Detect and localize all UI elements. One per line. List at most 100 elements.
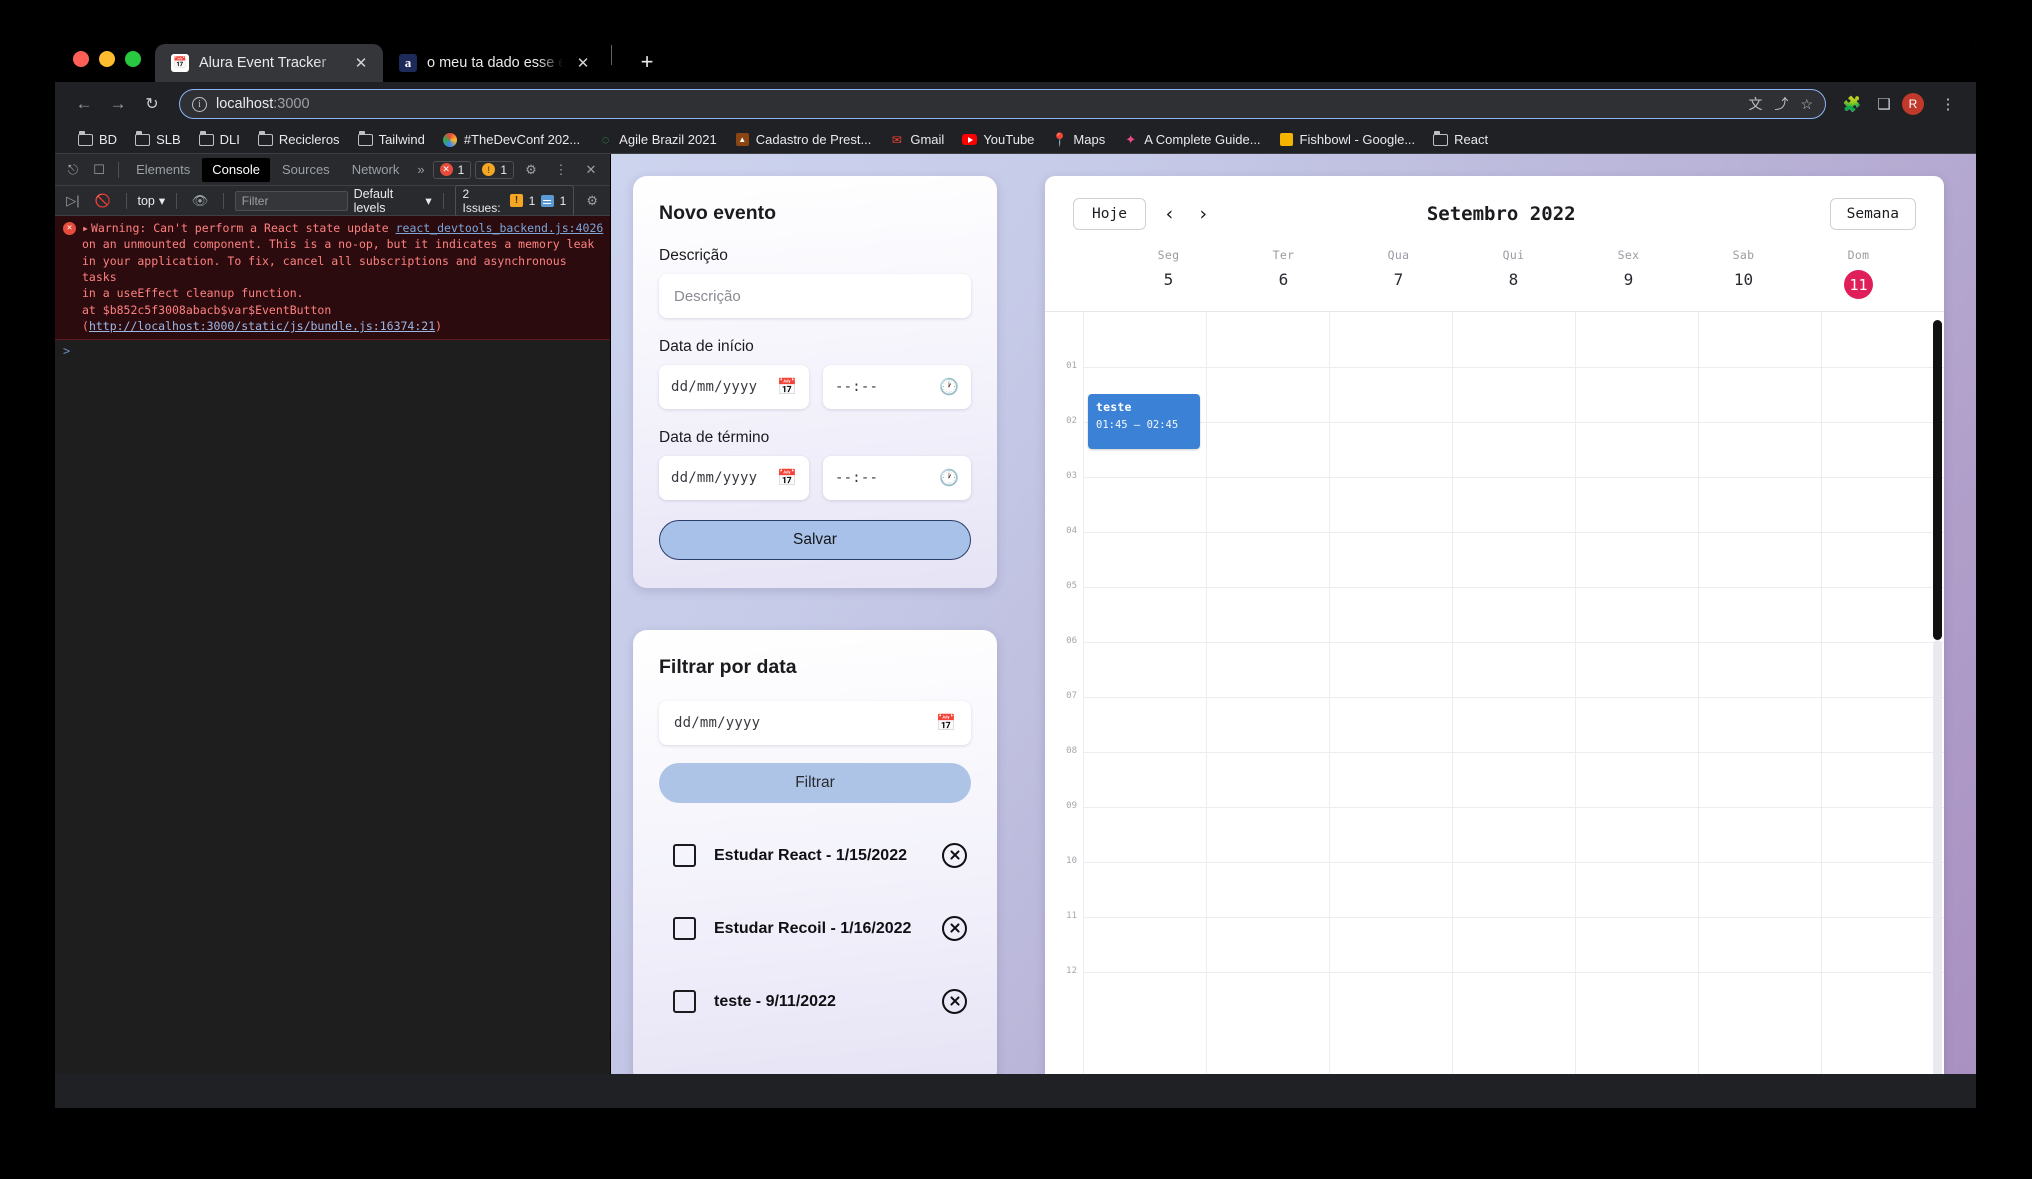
share-icon[interactable]: ⤴ — [1774, 94, 1788, 114]
description-input[interactable]: Descrição — [659, 274, 971, 318]
log-levels-selector[interactable]: Default levels ▾ — [354, 187, 432, 215]
back-icon[interactable]: ← — [69, 89, 99, 119]
calendar-event[interactable]: teste 01:45 – 02:45 — [1088, 394, 1200, 449]
day-column-dom[interactable] — [1821, 312, 1944, 1074]
calendar-picker-icon[interactable]: 📅 — [777, 468, 797, 488]
expand-arrow-icon[interactable]: ▸ — [82, 221, 89, 235]
clear-console-icon[interactable]: 🚫 — [91, 189, 115, 213]
side-panel-icon[interactable]: ❑ — [1870, 95, 1898, 113]
console-settings-gear-icon[interactable]: ⚙ — [580, 189, 604, 213]
avatar[interactable]: R — [1902, 93, 1930, 115]
bookmark-react[interactable]: React — [1426, 129, 1495, 150]
error-badge[interactable]: ✕ 1 — [432, 160, 472, 179]
extensions-icon[interactable]: 🧩 — [1838, 95, 1866, 113]
list-item[interactable]: Estudar React - 1/15/2022 — [659, 837, 971, 874]
day-column-qua[interactable] — [1329, 312, 1452, 1074]
save-button[interactable]: Salvar — [659, 520, 971, 560]
kebab-menu-icon[interactable]: ⋮ — [548, 158, 574, 182]
maximize-window-button[interactable] — [125, 51, 141, 67]
bookmark-thedevconf[interactable]: #TheDevConf 202... — [436, 129, 587, 150]
bookmark-bd[interactable]: BD — [71, 129, 124, 150]
filter-input[interactable]: Filter — [234, 190, 348, 211]
scrollbar-track[interactable] — [1933, 640, 1942, 1074]
context-selector[interactable]: top ▾ — [137, 193, 165, 209]
tab-alura-forum[interactable]: a o meu ta dado esse erro aqui o ✕ — [383, 44, 605, 82]
close-icon[interactable]: ✕ — [578, 158, 604, 182]
execute-icon[interactable]: ▷| — [61, 189, 85, 213]
day-header-sex[interactable]: Sex 9 — [1571, 248, 1686, 299]
address-bar[interactable]: i localhost:3000 文 ⤴ ☆ — [179, 89, 1826, 119]
more-tabs-icon[interactable]: » — [411, 162, 430, 177]
list-item[interactable]: teste - 9/11/2022 — [659, 983, 971, 1020]
bookmark-slb[interactable]: SLB — [128, 129, 188, 150]
end-time-input[interactable]: --:-- 🕐 — [823, 456, 971, 500]
day-header-qui[interactable]: Qui 8 — [1456, 248, 1571, 299]
delete-event-icon[interactable] — [942, 989, 967, 1014]
close-window-button[interactable] — [73, 51, 89, 67]
bookmark-fishbowl[interactable]: Fishbowl - Google... — [1272, 129, 1423, 150]
previous-week-icon[interactable]: ‹ — [1160, 203, 1179, 225]
reload-icon[interactable]: ↻ — [137, 89, 167, 119]
minimize-window-button[interactable] — [99, 51, 115, 67]
day-header-dom[interactable]: Dom 11 — [1801, 248, 1916, 299]
view-week-button[interactable]: Semana — [1829, 198, 1916, 230]
stack-link[interactable]: http://localhost:3000/static/js/bundle.j… — [89, 319, 435, 333]
kebab-menu-icon[interactable]: ⋮ — [1934, 95, 1962, 113]
event-checkbox[interactable] — [673, 990, 696, 1013]
filter-button[interactable]: Filtrar — [659, 763, 971, 803]
day-header-qua[interactable]: Qua 7 — [1341, 248, 1456, 299]
gear-icon[interactable]: ⚙ — [518, 158, 544, 182]
bookmark-maps[interactable]: 📍 Maps — [1045, 129, 1112, 150]
live-expression-icon[interactable]: 👁 — [188, 189, 212, 213]
scrollbar-thumb[interactable] — [1933, 320, 1942, 640]
filter-date-input[interactable]: dd/mm/yyyy 📅 — [659, 701, 971, 745]
tab-alura-event-tracker[interactable]: 📅 Alura Event Tracker ✕ — [155, 44, 383, 82]
today-button[interactable]: Hoje — [1073, 198, 1146, 230]
day-column-seg[interactable]: teste 01:45 – 02:45 — [1083, 312, 1206, 1074]
day-column-sex[interactable] — [1575, 312, 1698, 1074]
tab-sources[interactable]: Sources — [272, 158, 340, 182]
close-icon[interactable]: ✕ — [351, 53, 371, 73]
day-header-sab[interactable]: Sab 10 — [1686, 248, 1801, 299]
bookmark-complete-guide[interactable]: ✦ A Complete Guide... — [1116, 129, 1267, 150]
day-header-ter[interactable]: Ter 6 — [1226, 248, 1341, 299]
end-date-input[interactable]: dd/mm/yyyy 📅 — [659, 456, 809, 500]
console-prompt[interactable]: > — [55, 340, 610, 362]
bookmark-cadastro[interactable]: ▲ Cadastro de Prest... — [728, 129, 879, 150]
warning-badge[interactable]: ! 1 — [475, 160, 514, 179]
bookmark-tailwind[interactable]: Tailwind — [351, 129, 432, 150]
event-checkbox[interactable] — [673, 844, 696, 867]
calendar-picker-icon[interactable]: 📅 — [777, 377, 797, 397]
forward-icon[interactable]: → — [103, 89, 133, 119]
day-column-ter[interactable] — [1206, 312, 1329, 1074]
event-checkbox[interactable] — [673, 917, 696, 940]
list-item[interactable]: Estudar Recoil - 1/16/2022 — [659, 910, 971, 947]
bookmark-agile-brazil[interactable]: ◌ Agile Brazil 2021 — [591, 129, 724, 150]
clock-picker-icon[interactable]: 🕐 — [939, 377, 959, 397]
delete-event-icon[interactable] — [942, 916, 967, 941]
calendar-scrollbar[interactable] — [1933, 312, 1942, 1074]
tab-console[interactable]: Console — [202, 157, 270, 182]
day-column-sab[interactable] — [1698, 312, 1821, 1074]
console-error-message[interactable]: ✕ ▸ Warning: Can't perform a React state … — [55, 216, 610, 341]
close-icon[interactable]: ✕ — [573, 53, 593, 73]
bookmark-star-icon[interactable]: ☆ — [1800, 96, 1813, 113]
tab-elements[interactable]: Elements — [126, 158, 200, 182]
bookmark-youtube[interactable]: YouTube — [955, 129, 1041, 150]
source-link[interactable]: react_devtools_backend.js:4026 — [396, 221, 604, 235]
inspect-icon[interactable]: ⎋ — [61, 158, 85, 182]
tab-network[interactable]: Network — [342, 158, 410, 182]
info-icon[interactable]: i — [192, 96, 207, 112]
start-time-input[interactable]: --:-- 🕐 — [823, 365, 971, 409]
bookmark-recicleros[interactable]: Recicleros — [251, 129, 347, 150]
issues-badge[interactable]: 2 Issues: ! 1 1 — [454, 184, 575, 217]
day-header-seg[interactable]: Seg 5 — [1111, 248, 1226, 299]
day-column-qui[interactable] — [1452, 312, 1575, 1074]
delete-event-icon[interactable] — [942, 843, 967, 868]
bookmark-dli[interactable]: DLI — [192, 129, 247, 150]
device-toolbar-icon[interactable]: ☐ — [87, 158, 111, 182]
start-date-input[interactable]: dd/mm/yyyy 📅 — [659, 365, 809, 409]
clock-picker-icon[interactable]: 🕐 — [939, 468, 959, 488]
translate-icon[interactable]: 文 — [1748, 94, 1762, 114]
new-tab-button[interactable]: + — [630, 45, 664, 79]
